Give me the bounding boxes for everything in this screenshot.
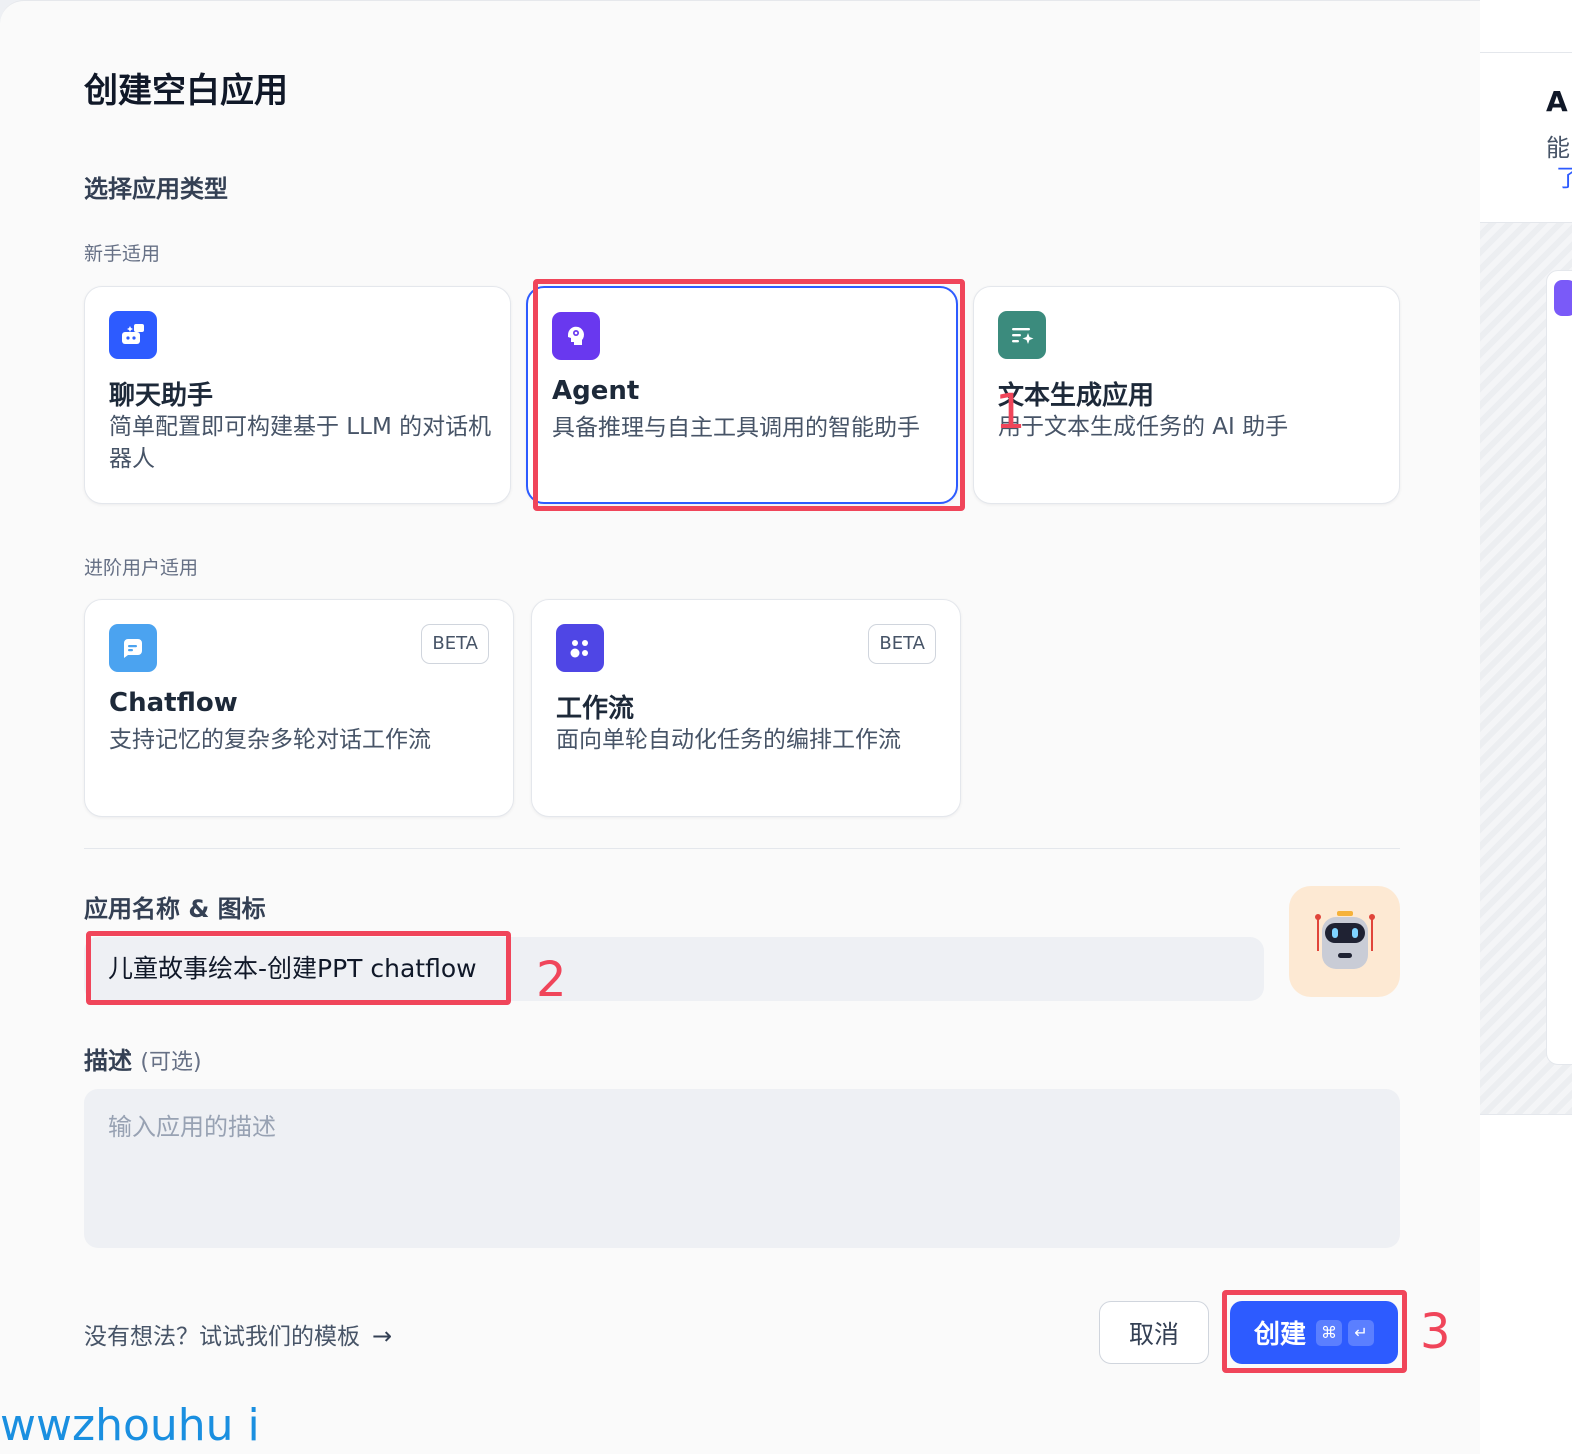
background-panel: A 能 了	[1480, 0, 1572, 1454]
background-topbar-divider	[1480, 52, 1572, 53]
section-divider	[84, 848, 1400, 849]
dialog-title: 创建空白应用	[84, 71, 288, 111]
app-name-label: 应用名称 & 图标	[84, 895, 266, 923]
beta-badge: BETA	[421, 624, 489, 664]
description-label-text: 描述	[84, 1047, 132, 1075]
app-type-desc: 简单配置即可构建基于 LLM 的对话机器人	[109, 414, 492, 472]
annotation-number-2: 2	[536, 952, 567, 1008]
workflow-icon	[556, 624, 604, 672]
text-generation-icon	[998, 311, 1046, 359]
background-card	[1546, 270, 1572, 1065]
beginner-group-label: 新手适用	[84, 243, 161, 265]
app-type-name: Chatflow	[109, 688, 238, 718]
description-textarea[interactable]: 输入应用的描述	[84, 1089, 1400, 1248]
advanced-group-label: 进阶用户适用	[84, 557, 199, 579]
background-heading: A	[1546, 85, 1568, 118]
watermark-text: wwzhouhu i	[0, 1400, 260, 1451]
template-link[interactable]: 没有想法？试试我们的模板 →	[84, 1317, 392, 1351]
app-type-name: 聊天助手	[109, 381, 214, 411]
background-app-icon	[1554, 280, 1572, 316]
app-type-card-workflow[interactable]: BETA 工作流 面向单轮自动化任务的编排工作流	[531, 599, 961, 817]
annotation-box-3	[1222, 1290, 1407, 1373]
app-type-card-chat[interactable]: 聊天助手 简单配置即可构建基于 LLM 的对话机器人	[84, 286, 511, 504]
optional-hint: (可选)	[140, 1050, 202, 1075]
beta-badge: BETA	[868, 624, 936, 664]
template-link-text: 没有想法？试试我们的模板	[84, 1324, 360, 1350]
robot-icon[interactable]	[1289, 886, 1400, 997]
app-type-desc: 面向单轮自动化任务的编排工作流	[556, 727, 901, 753]
chat-bot-icon	[109, 311, 157, 359]
description-label: 描述 (可选)	[84, 1041, 202, 1076]
app-type-desc: 用于文本生成任务的 AI 助手	[998, 414, 1289, 440]
create-app-dialog: 创建空白应用 选择应用类型 新手适用 聊天助手 简单配置即可构建基于 LLM 的…	[0, 0, 1480, 1454]
annotation-box-2	[86, 931, 511, 1005]
cancel-button[interactable]: 取消	[1099, 1301, 1209, 1364]
app-type-card-text-generation[interactable]: 文本生成应用 用于文本生成任务的 AI 助手	[973, 286, 1400, 504]
annotation-box-1	[533, 279, 965, 511]
app-type-section-title: 选择应用类型	[84, 175, 228, 203]
chatflow-icon	[109, 624, 157, 672]
app-type-card-chatflow[interactable]: BETA Chatflow 支持记忆的复杂多轮对话工作流	[84, 599, 514, 817]
arrow-right-icon: →	[372, 1322, 393, 1350]
app-type-desc: 支持记忆的复杂多轮对话工作流	[109, 727, 431, 753]
app-type-name: 工作流	[556, 694, 635, 724]
background-link: 了	[1556, 164, 1572, 192]
annotation-number-3: 3	[1420, 1304, 1451, 1360]
annotation-number-1: 1	[995, 384, 1026, 440]
